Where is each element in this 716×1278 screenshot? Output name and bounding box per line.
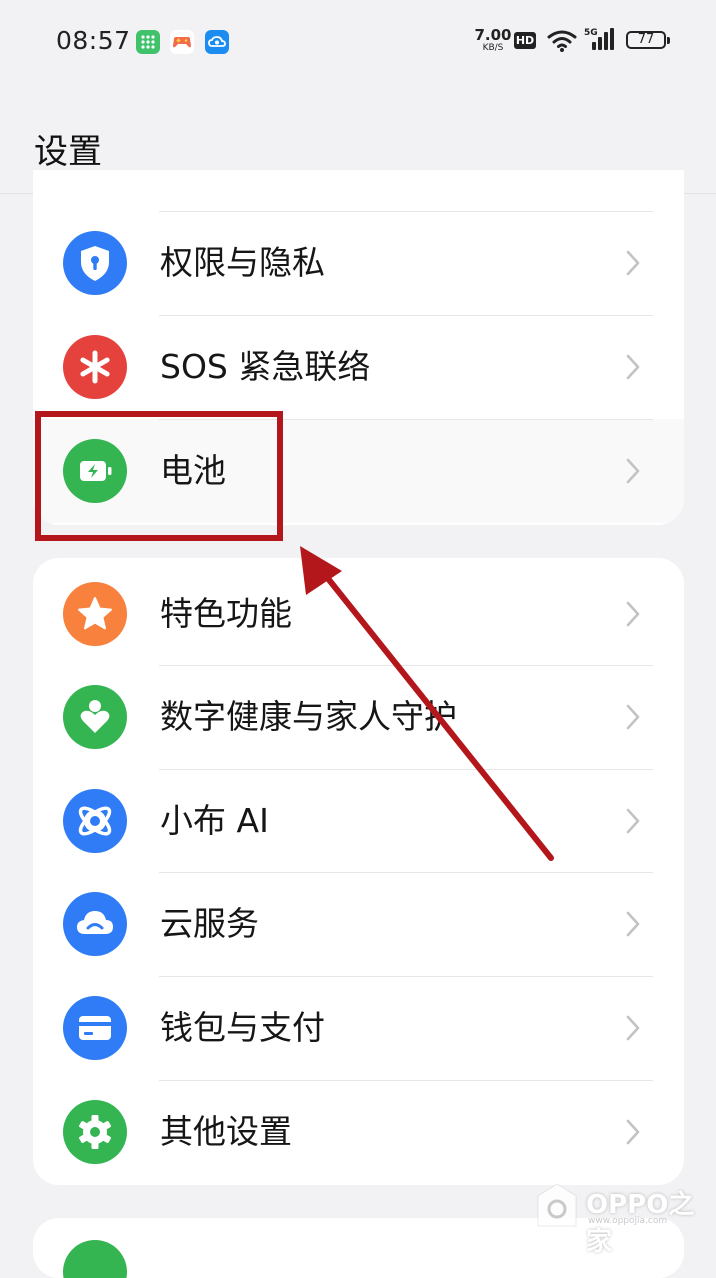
annotation-arrow xyxy=(300,546,554,861)
watermark-logo-icon xyxy=(537,1183,577,1227)
watermark: OPPO之家 www.oppojia.com xyxy=(536,1180,706,1257)
watermark-url: www.oppojia.com xyxy=(588,1216,668,1226)
